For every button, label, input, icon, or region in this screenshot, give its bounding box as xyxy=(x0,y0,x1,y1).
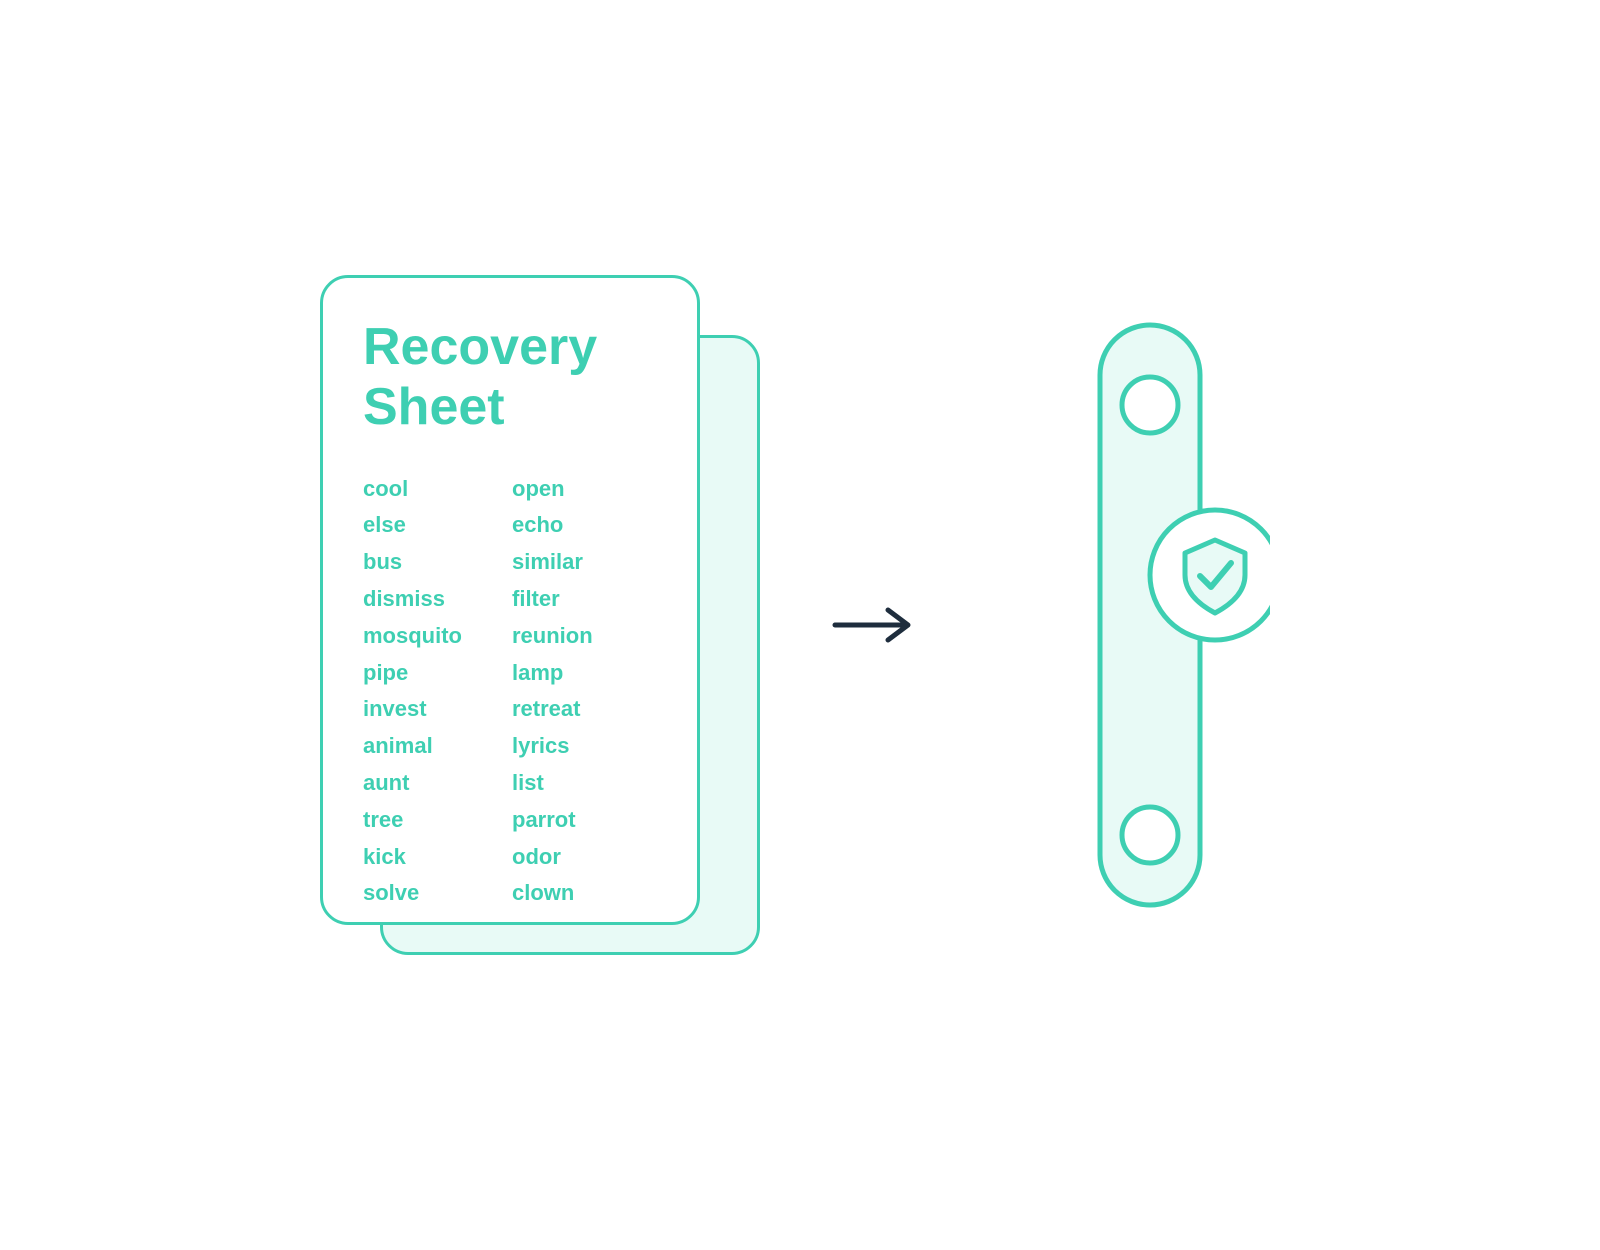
word-item: animal xyxy=(363,731,462,762)
word-item: clown xyxy=(512,878,593,909)
word-columns: cool else bus dismiss mosquito pipe invest anim… xyxy=(363,474,657,910)
usb-key-svg xyxy=(1030,295,1270,955)
word-item: similar xyxy=(512,547,593,578)
word-item: list xyxy=(512,768,593,799)
word-item: aunt xyxy=(363,768,462,799)
key-illustration xyxy=(1020,275,1280,975)
word-item: mosquito xyxy=(363,621,462,652)
word-column-2: open echo similar filter reunion lamp retreat l… xyxy=(512,474,593,910)
word-item: solve xyxy=(363,878,462,909)
word-item: filter xyxy=(512,584,593,615)
word-item: cool xyxy=(363,474,462,505)
word-item: else xyxy=(363,510,462,541)
word-item: lamp xyxy=(512,658,593,689)
arrow-icon xyxy=(830,595,930,655)
word-item: retreat xyxy=(512,694,593,725)
word-item: bus xyxy=(363,547,462,578)
word-item: lyrics xyxy=(512,731,593,762)
cards-container: Recovery Sheet cool else bus dismiss mosquit… xyxy=(320,275,740,975)
word-item: echo xyxy=(512,510,593,541)
word-item: pipe xyxy=(363,658,462,689)
word-item: dismiss xyxy=(363,584,462,615)
scene: Recovery Sheet cool else bus dismiss mosquit… xyxy=(0,0,1600,1250)
word-item: parrot xyxy=(512,805,593,836)
word-item: odor xyxy=(512,842,593,873)
word-item: open xyxy=(512,474,593,505)
word-item: tree xyxy=(363,805,462,836)
word-item: invest xyxy=(363,694,462,725)
arrow-container xyxy=(820,595,940,655)
word-item: kick xyxy=(363,842,462,873)
word-column-1: cool else bus dismiss mosquito pipe invest anim… xyxy=(363,474,462,910)
word-item: reunion xyxy=(512,621,593,652)
recovery-sheet-card: Recovery Sheet cool else bus dismiss mosquit… xyxy=(320,275,700,925)
card-title: Recovery Sheet xyxy=(363,318,657,438)
